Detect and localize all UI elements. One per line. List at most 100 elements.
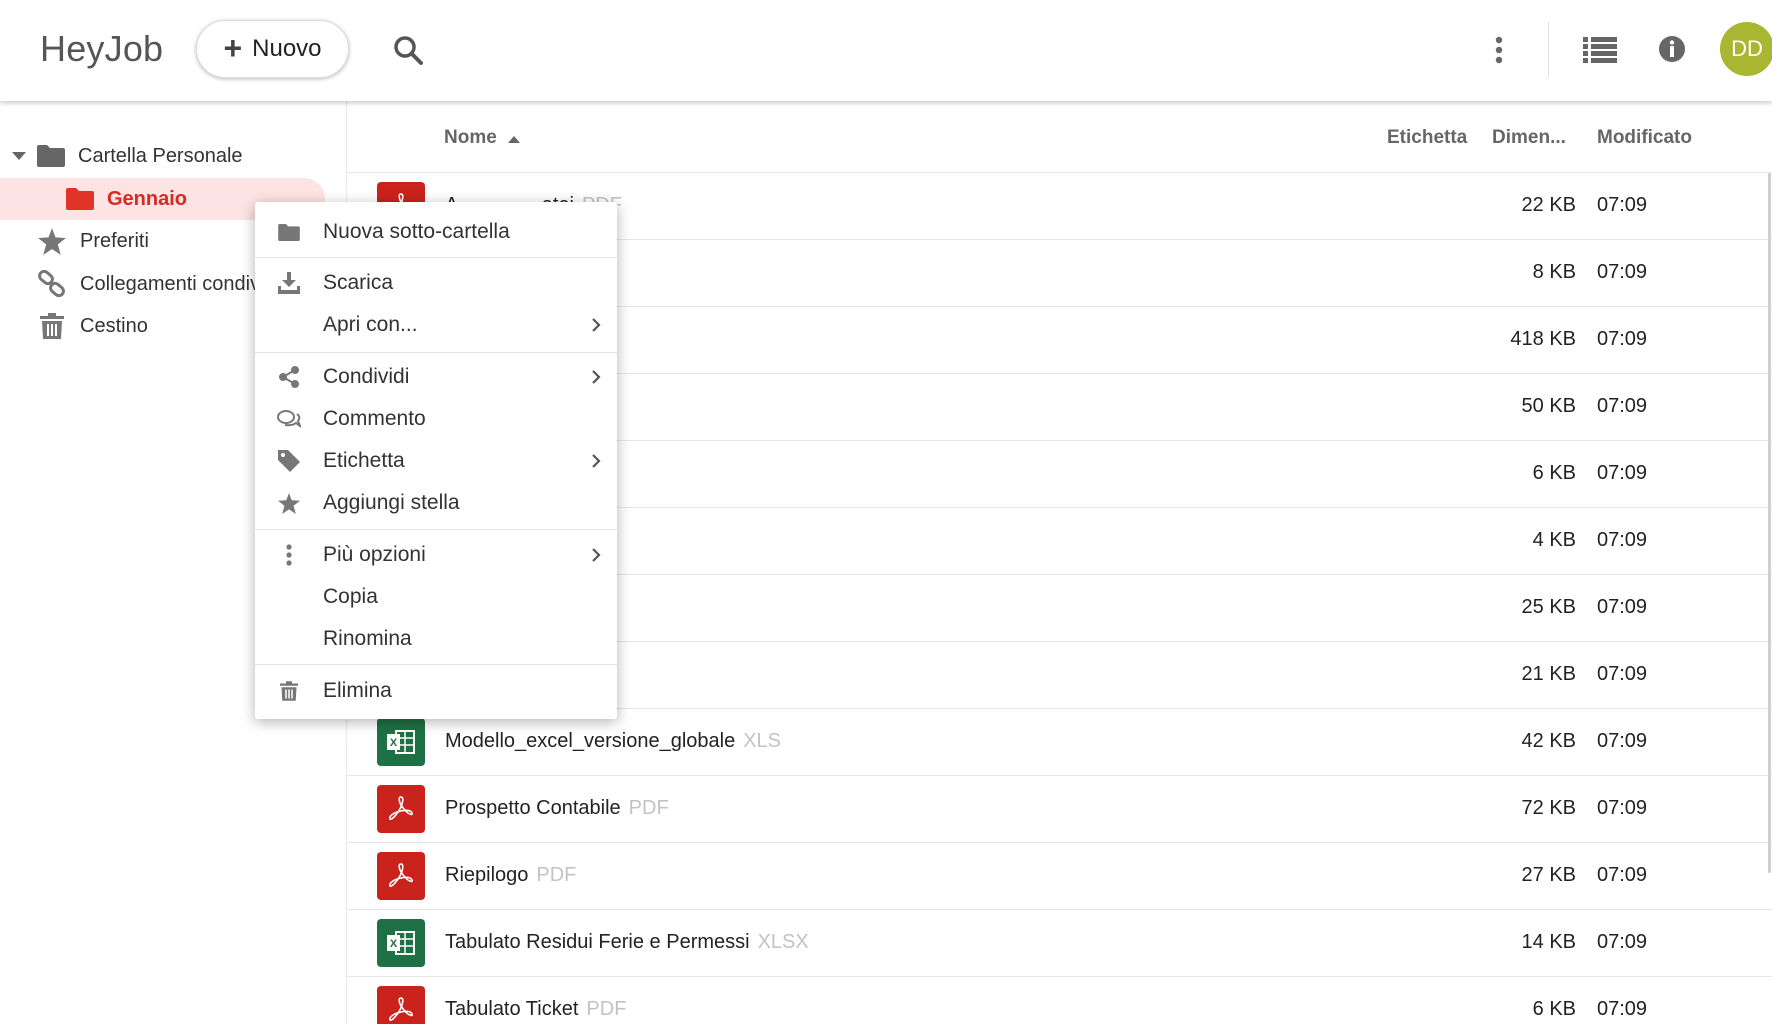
file-name: Modello_excel_versione_globale XLS	[445, 730, 781, 753]
top-bar: HeyJob + Nuovo DD	[0, 0, 1772, 101]
file-size: 22 KB	[1521, 194, 1576, 216]
folder-icon	[277, 220, 301, 244]
pdf-file-icon	[377, 785, 425, 833]
new-button[interactable]: + Nuovo	[196, 20, 349, 78]
table-row[interactable]: Riepilogo PDF 27 KB 07:09	[347, 843, 1772, 910]
file-name-text: Tabulato Ticket	[445, 998, 579, 1020]
file-name: Tabulato Ticket PDF	[445, 998, 626, 1021]
file-modified: 07:09	[1597, 931, 1648, 953]
file-extension: XLSX	[757, 931, 809, 953]
menu-item-label: Apri con...	[323, 313, 418, 336]
folder-icon	[37, 145, 65, 167]
file-modified: 07:09	[1597, 663, 1648, 685]
file-size: 14 KB	[1521, 931, 1576, 953]
menu-item-scarica[interactable]: Scarica	[255, 263, 617, 303]
column-header-name[interactable]: Nome	[444, 127, 521, 149]
menu-item-apri-con[interactable]: Apri con...	[255, 305, 617, 345]
sort-ascending-icon	[508, 136, 521, 143]
file-name-text: Tabulato Residui Ferie e Permessi	[445, 931, 750, 953]
chevron-right-icon	[592, 548, 601, 562]
file-extension: XLS	[743, 730, 782, 752]
menu-divider	[255, 529, 617, 530]
search-icon[interactable]	[388, 30, 428, 70]
sidebar-item-label: Preferiti	[80, 229, 149, 252]
table-row[interactable]: X Modello_excel_versione_globale XLS 42 KB 0…	[347, 709, 1772, 776]
menu-item-commento[interactable]: Commento	[255, 399, 617, 439]
file-size: 72 KB	[1521, 797, 1576, 819]
sidebar-item-label: Collegamenti condiv	[80, 272, 261, 295]
sidebar-item-cestino[interactable]: Cestino	[40, 305, 148, 347]
menu-item-label: Commento	[323, 407, 426, 430]
file-modified: 07:09	[1597, 998, 1648, 1020]
sidebar-item-label: Cestino	[80, 314, 148, 337]
file-size: 25 KB	[1521, 596, 1576, 618]
list-header: Nome Etichetta Dimen... Modificato	[347, 101, 1772, 173]
file-name-text: Riepilogo	[445, 864, 529, 886]
menu-item-nuova-sotto-cartella[interactable]: Nuova sotto-cartella	[255, 212, 617, 252]
column-header-label[interactable]: Etichetta	[1387, 127, 1467, 149]
new-button-label: Nuovo	[252, 35, 322, 62]
excel-file-icon: X	[377, 919, 425, 967]
file-extension: PDF	[628, 797, 669, 819]
svg-text:X: X	[390, 938, 398, 950]
menu-divider	[255, 257, 617, 258]
menu-item-label: Scarica	[323, 271, 394, 294]
menu-item-label: Elimina	[323, 679, 392, 702]
menu-item-rinomina[interactable]: Rinomina	[255, 619, 617, 659]
plus-icon: +	[223, 29, 243, 66]
table-row[interactable]: Tabulato Ticket PDF 6 KB 07:09	[347, 977, 1772, 1024]
avatar[interactable]: DD	[1720, 22, 1772, 76]
svg-text:X: X	[390, 737, 398, 749]
excel-file-icon: X	[377, 718, 425, 766]
file-modified: 07:09	[1597, 261, 1648, 283]
share-icon	[277, 365, 301, 389]
menu-item-label: Aggiungi stella	[323, 491, 460, 514]
sidebar-item-cartella-personale[interactable]: Cartella Personale	[12, 135, 243, 177]
sidebar-item-preferiti[interactable]: Preferiti	[38, 220, 149, 262]
file-extension: PDF	[586, 998, 627, 1020]
file-modified: 07:09	[1597, 864, 1648, 886]
file-modified: 07:09	[1597, 596, 1648, 618]
more-vert-icon[interactable]	[1484, 30, 1514, 70]
menu-item-label: Rinomina	[323, 627, 412, 650]
download-icon	[277, 271, 301, 295]
file-size: 50 KB	[1521, 395, 1576, 417]
menu-item-etichetta[interactable]: Etichetta	[255, 441, 617, 481]
scrollbar[interactable]	[1768, 173, 1771, 873]
info-icon[interactable]	[1656, 29, 1688, 69]
file-extension: PDF	[536, 864, 577, 886]
link-icon	[38, 270, 65, 298]
app-logo[interactable]: HeyJob	[40, 28, 163, 70]
menu-item-label: Copia	[323, 585, 378, 608]
column-header-size[interactable]: Dimen...	[1492, 127, 1566, 149]
table-row[interactable]: Prospetto Contabile PDF 72 KB 07:09	[347, 776, 1772, 843]
chevron-right-icon	[592, 318, 601, 332]
menu-item-label: Più opzioni	[323, 543, 426, 566]
file-modified: 07:09	[1597, 529, 1648, 551]
sidebar-item-label: Gennaio	[107, 187, 188, 210]
file-modified: 07:09	[1597, 194, 1648, 216]
trash-icon	[277, 679, 301, 703]
file-modified: 07:09	[1597, 462, 1648, 484]
file-modified: 07:09	[1597, 797, 1648, 819]
file-size: 418 KB	[1510, 328, 1576, 350]
file-name-text: Prospetto Contabile	[445, 797, 621, 819]
menu-item-elimina[interactable]: Elimina	[255, 671, 617, 711]
menu-item-aggiungi-stella[interactable]: Aggiungi stella	[255, 483, 617, 523]
menu-item-copia[interactable]: Copia	[255, 577, 617, 617]
trash-icon	[40, 313, 64, 339]
menu-divider	[255, 664, 617, 665]
menu-item-label: Condividi	[323, 365, 410, 388]
file-size: 21 KB	[1521, 663, 1576, 685]
menu-item-label: Nuova sotto-cartella	[323, 220, 510, 243]
list-view-icon[interactable]	[1580, 30, 1620, 70]
table-row[interactable]: X Tabulato Residui Ferie e Permessi XLSX 14…	[347, 910, 1772, 977]
column-header-modified[interactable]: Modificato	[1597, 127, 1692, 149]
caret-down-icon[interactable]	[12, 151, 26, 161]
star-icon	[277, 491, 301, 515]
chevron-right-icon	[592, 370, 601, 384]
menu-item-condividi[interactable]: Condividi	[255, 357, 617, 397]
sidebar-item-collegamenti[interactable]: Collegamenti condiv	[38, 263, 260, 305]
file-size: 6 KB	[1532, 998, 1576, 1020]
menu-item-piu-opzioni[interactable]: Più opzioni	[255, 535, 617, 575]
